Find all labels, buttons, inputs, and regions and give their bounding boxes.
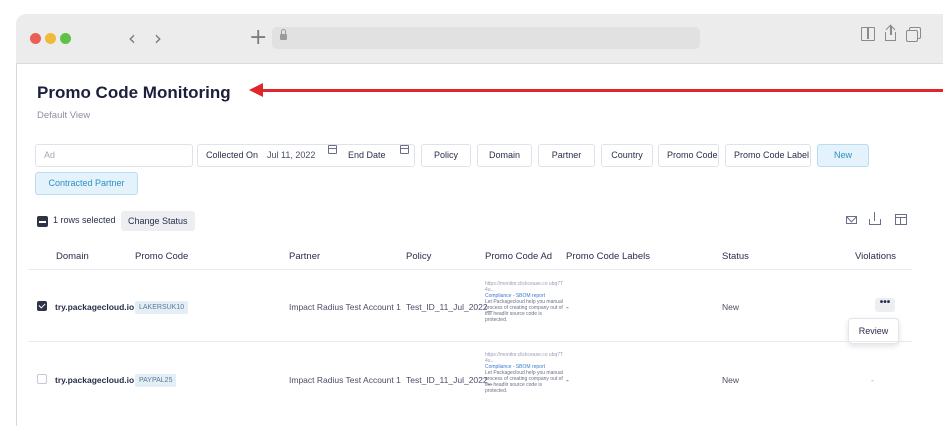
partner-cell: Impact Radius Test Account 1 <box>289 375 401 385</box>
back-button[interactable]: ‹ <box>128 26 136 50</box>
policy-filter[interactable]: Policy <box>421 144 471 167</box>
new-status-filter[interactable]: New <box>817 144 869 167</box>
column-header-violations[interactable]: Violations <box>855 251 896 262</box>
annotation-arrow-line <box>260 89 943 92</box>
promo-code-label-filter[interactable]: Promo Code Label <box>725 144 811 167</box>
table-header-divider <box>28 269 912 270</box>
column-header-partner[interactable]: Partner <box>289 251 320 262</box>
domain-cell: try.packagecloud.io <box>55 375 135 385</box>
row-checkbox[interactable] <box>37 301 47 311</box>
forward-button[interactable]: › <box>154 26 162 50</box>
domain-filter[interactable]: Domain <box>477 144 532 167</box>
promo-code-badge: PAYPAL25 <box>135 374 177 387</box>
ad-description: Let Packagecloud help you manual process… <box>485 370 563 394</box>
policy-cell: Test_ID_11_Jul_2022_ <box>406 375 493 385</box>
date-range-filter[interactable]: Collected On Jul 11, 2022 End Date <box>197 144 415 167</box>
address-bar[interactable] <box>272 27 700 49</box>
mail-icon[interactable] <box>846 216 857 224</box>
partner-cell: Impact Radius Test Account 1 <box>289 302 401 312</box>
column-header-domain[interactable]: Domain <box>56 251 89 262</box>
column-header-policy[interactable]: Policy <box>406 251 431 262</box>
change-status-button[interactable]: Change Status <box>121 211 195 231</box>
ad-url: https://monitor.clickcease.co ubq7T4u... <box>485 352 564 364</box>
reader-icon[interactable] <box>861 27 875 41</box>
collected-on-label: Collected On <box>206 150 259 160</box>
promo-code-badge: LAKERSUK10 <box>135 301 189 314</box>
column-header-status[interactable]: Status <box>722 251 749 262</box>
promo-code-filter[interactable]: Promo Code <box>658 144 719 167</box>
columns-icon[interactable] <box>895 214 907 225</box>
contracted-partner-filter[interactable]: Contracted Partner <box>35 172 138 195</box>
column-header-promo-code-ad[interactable]: Promo Code Ad <box>485 251 552 262</box>
country-filter[interactable]: Country <box>601 144 653 167</box>
column-header-promo-code-labels[interactable]: Promo Code Labels <box>566 251 650 262</box>
violations-cell: - <box>871 375 874 385</box>
promo-code-ad-preview[interactable]: https://monitor.clickcease.co ubq7T4u...… <box>485 352 565 394</box>
end-date-label[interactable]: End Date <box>348 145 386 166</box>
more-actions-button[interactable]: ••• <box>875 298 895 312</box>
promo-code-labels-cell: - <box>566 302 569 312</box>
calendar-icon[interactable] <box>328 145 337 154</box>
calendar-icon[interactable] <box>400 145 409 154</box>
minimize-window-button[interactable] <box>45 33 56 44</box>
page-title: Promo Code Monitoring <box>37 83 231 102</box>
status-cell: New <box>722 302 740 312</box>
content-border <box>16 64 17 426</box>
collected-on-value[interactable]: Jul 11, 2022 <box>267 145 315 166</box>
view-selector[interactable]: Default View <box>37 110 90 121</box>
ad-search-input[interactable]: Ad <box>35 144 193 167</box>
partner-filter[interactable]: Partner <box>538 144 595 167</box>
new-tab-button[interactable]: + <box>249 26 267 50</box>
status-cell: New <box>722 375 740 385</box>
tabs-overview-icon[interactable] <box>906 27 921 42</box>
browser-window: ‹ › + Promo Code Monitoring Default View… <box>0 0 943 426</box>
maximize-window-button[interactable] <box>60 33 71 44</box>
row-checkbox[interactable] <box>37 374 47 384</box>
promo-code-ad-preview[interactable]: https://monitor.clickcease.co ubq7T4u...… <box>485 281 565 323</box>
browser-titlebar: ‹ › + <box>16 14 943 64</box>
promo-code-labels-cell: - <box>566 375 569 385</box>
select-all-checkbox[interactable] <box>37 216 48 227</box>
column-header-promo-code[interactable]: Promo Code <box>135 251 188 262</box>
close-window-button[interactable] <box>30 33 41 44</box>
ad-url: https://monitor.clickcease.co ubq7T4u... <box>485 281 564 293</box>
download-icon[interactable] <box>869 212 881 226</box>
rows-selected-count: 1 rows selected <box>53 215 116 225</box>
row-divider <box>28 341 912 342</box>
domain-cell: try.packagecloud.io <box>55 302 135 312</box>
ad-description: Let Packagecloud help you manual process… <box>485 299 563 323</box>
share-icon[interactable] <box>884 24 898 41</box>
lock-icon <box>280 29 287 41</box>
policy-cell: Test_ID_11_Jul_2022_ <box>406 302 493 312</box>
